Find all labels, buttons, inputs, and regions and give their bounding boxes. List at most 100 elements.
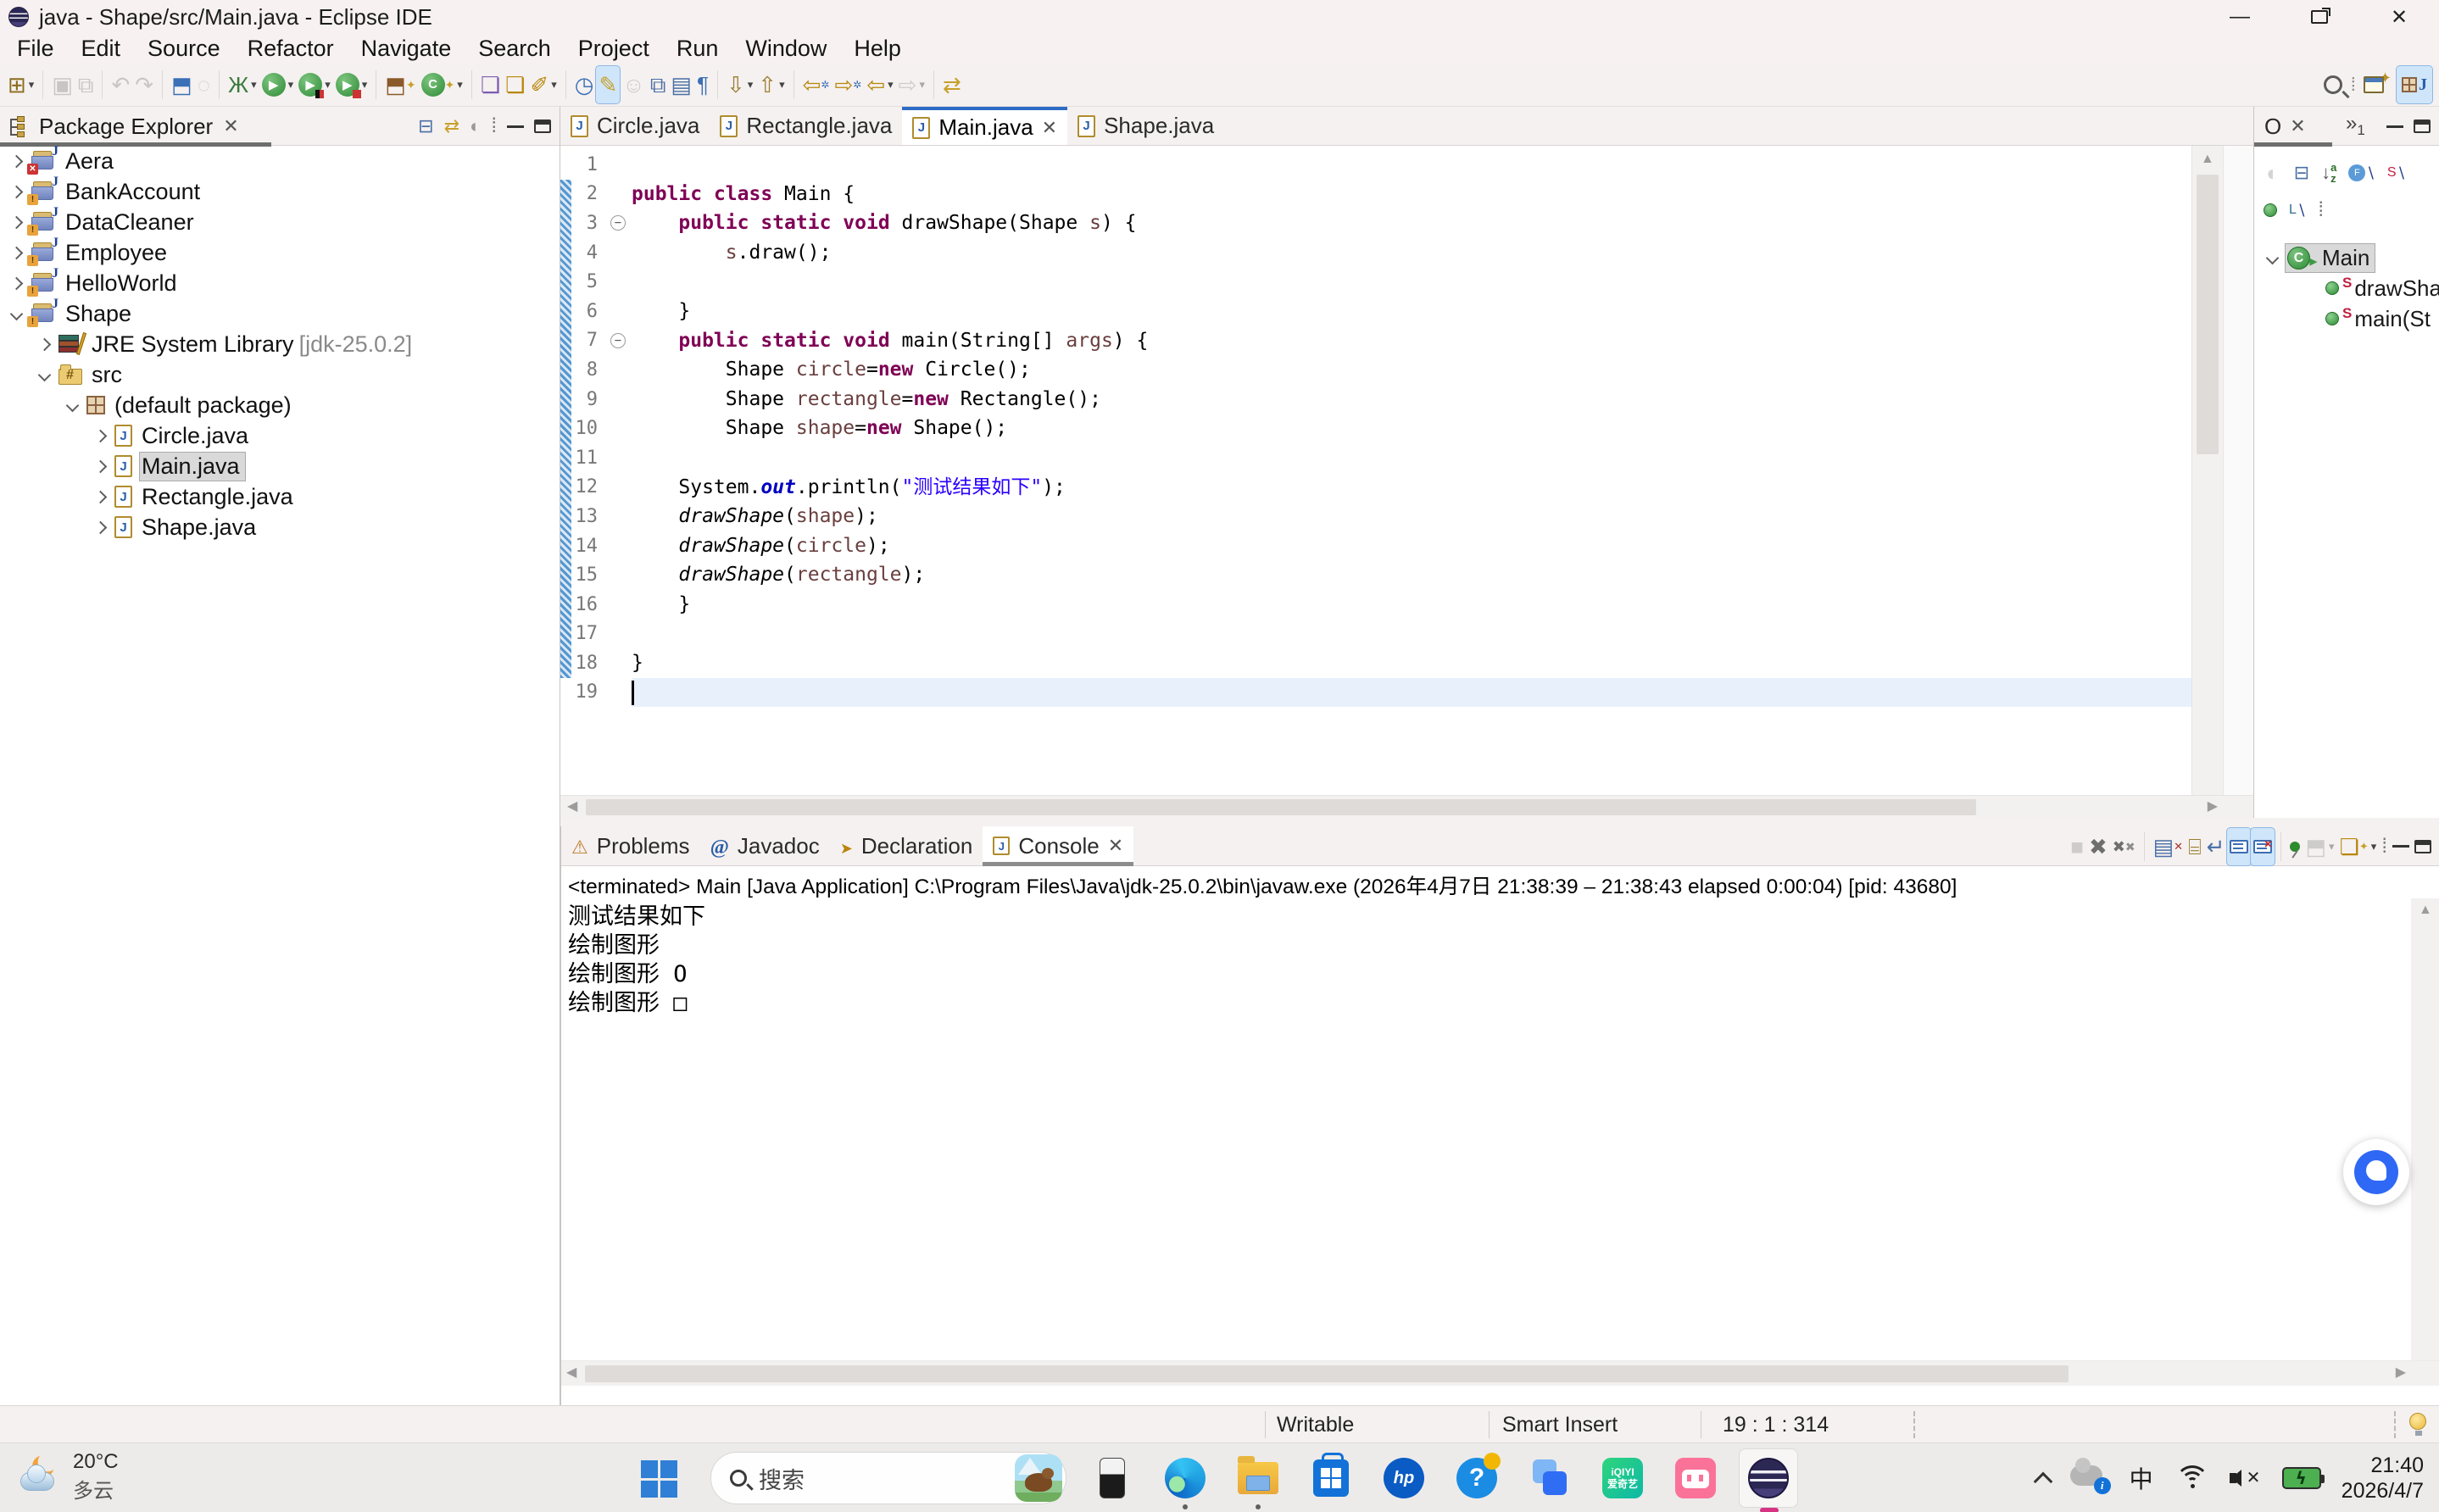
close-icon[interactable]: ✕ <box>1042 117 1057 139</box>
hidden-icons-chevron[interactable] <box>2033 1472 2052 1492</box>
code-line-8[interactable]: 8 Shape circle=new Circle(); <box>560 355 2191 385</box>
menu-navigate[interactable]: Navigate <box>348 36 465 62</box>
tree-item-shape[interactable]: J!Shape <box>0 298 560 329</box>
code-line-18[interactable]: 18} <box>560 648 2191 678</box>
tip-bulb-icon[interactable] <box>2409 1413 2426 1430</box>
dropdown-arrow-icon[interactable]: ▾ <box>29 78 35 92</box>
tab-package-explorer[interactable]: Package Explorer ✕ <box>0 107 248 146</box>
tree-item-main-java[interactable]: JMain.java <box>0 451 560 481</box>
mark-occurrences-button[interactable]: ✎ <box>596 66 620 103</box>
expand-chevron-icon[interactable] <box>94 459 108 473</box>
editor-horizontal-scrollbar[interactable]: ◀ ▶ <box>560 795 2253 818</box>
tree-item-aera[interactable]: J✕Aera <box>0 146 560 176</box>
dropdown-arrow-icon[interactable]: ▾ <box>919 78 925 92</box>
code-line-1[interactable]: 1 <box>560 150 2191 180</box>
taskbar-app-edge[interactable] <box>1162 1455 1208 1501</box>
new-wizard-button[interactable]: ⊞▾ <box>5 66 36 103</box>
ime-indicator[interactable]: 中 <box>2130 1461 2153 1495</box>
save-all-button[interactable]: ⧉ <box>75 66 97 103</box>
view-menu-icon[interactable]: ⁞ <box>2318 198 2324 222</box>
menu-help[interactable]: Help <box>840 36 915 62</box>
menu-run[interactable]: Run <box>663 36 732 62</box>
console-tab-problems[interactable]: ⚠Problems <box>561 826 700 865</box>
code-line-19[interactable]: 19 <box>560 678 2191 708</box>
close-icon[interactable]: ✕ <box>223 115 238 137</box>
battery-charging-icon[interactable]: ϟ <box>2282 1467 2321 1489</box>
code-line-3[interactable]: 3− public static void drawShape(Shape s)… <box>560 208 2191 238</box>
code-line-11[interactable]: 11 <box>560 443 2191 473</box>
menu-edit[interactable]: Edit <box>68 36 135 62</box>
menu-source[interactable]: Source <box>134 36 234 62</box>
fold-collapse-icon[interactable]: − <box>610 215 626 231</box>
new-java-project-button[interactable]: ⬒✦ <box>382 66 418 103</box>
console-tab-console[interactable]: JConsole✕ <box>983 826 1133 865</box>
open-console-button[interactable]: ❏✦▾ <box>2337 828 2380 865</box>
maximize-icon[interactable] <box>2414 120 2431 133</box>
show-whitespace-button[interactable]: ¶ <box>694 66 711 103</box>
expand-chevron-icon[interactable] <box>94 429 108 442</box>
console-vertical-scrollbar[interactable]: ▲ <box>2411 898 2439 1360</box>
code-line-16[interactable]: 16 } <box>560 590 2191 620</box>
tree-item-bankaccount[interactable]: J!BankAccount <box>0 176 560 207</box>
window-minimize-button[interactable]: — <box>2200 0 2280 34</box>
java-perspective-button[interactable]: J <box>2397 66 2432 103</box>
code-line-13[interactable]: 13 drawShape(shape); <box>560 502 2191 531</box>
fold-collapse-icon[interactable]: − <box>610 333 626 348</box>
code-line-9[interactable]: 9 Shape rectangle=new Rectangle(); <box>560 385 2191 414</box>
close-icon[interactable]: ✕ <box>1108 835 1123 857</box>
window-close-button[interactable]: ✕ <box>2359 0 2439 34</box>
next-editor-button[interactable]: ⧉ <box>648 66 669 103</box>
hide-local-types-icon[interactable]: L∖ <box>2289 198 2306 222</box>
next-annotation-button[interactable]: ⇩▾ <box>724 66 755 103</box>
editor-tab-shape-java[interactable]: JShape.java <box>1067 107 1224 145</box>
view-menu-icon[interactable]: ⁞ <box>491 114 497 138</box>
editor-tab-rectangle-java[interactable]: JRectangle.java <box>710 107 902 145</box>
code-line-7[interactable]: 7− public static void main(String[] args… <box>560 326 2191 356</box>
last-edit-location-button[interactable]: ⇦✲ <box>800 66 832 103</box>
terminate-button[interactable]: ■ <box>2068 828 2086 865</box>
console-tab-declaration[interactable]: ➤Declaration <box>830 826 983 865</box>
scroll-lock-button[interactable]: ⌸ <box>2186 828 2204 865</box>
editor-tab-circle-java[interactable]: JCircle.java <box>560 107 710 145</box>
onedrive-icon[interactable]: i <box>2070 1465 2108 1491</box>
show-stdout-change-button[interactable] <box>2227 828 2251 865</box>
debug-button[interactable]: Ж▾ <box>226 66 259 103</box>
dropdown-arrow-icon[interactable]: ▾ <box>748 78 754 92</box>
redo-button[interactable]: ↷ <box>132 66 156 103</box>
close-icon[interactable]: ✕ <box>2290 115 2305 137</box>
hide-static-icon[interactable]: S∖ <box>2387 154 2406 192</box>
menu-file[interactable]: File <box>3 36 68 62</box>
tree-item--default-package-[interactable]: (default package) <box>0 390 560 420</box>
tree-item-helloworld[interactable]: J!HelloWorld <box>0 268 560 298</box>
maximize-button[interactable] <box>2412 828 2434 865</box>
scroll-up-icon[interactable]: ▲ <box>2419 903 2432 917</box>
forward-button[interactable]: ⇨▾ <box>896 66 927 103</box>
remove-all-terminated-button[interactable]: ✖✖ <box>2110 828 2138 865</box>
search-annotation-button[interactable]: ◌ <box>195 66 213 103</box>
task-clock-button[interactable]: ◷ <box>572 66 597 103</box>
floating-assistant-button[interactable] <box>2343 1139 2409 1205</box>
dropdown-arrow-icon[interactable]: ▾ <box>2329 840 2335 853</box>
team-sync-button[interactable]: ☺ <box>620 66 648 103</box>
code-line-12[interactable]: 12 System.out.println("测试结果如下"); <box>560 473 2191 503</box>
code-editor[interactable]: 12public class Main {3− public static vo… <box>560 146 2191 795</box>
tree-item-circle-java[interactable]: JCircle.java <box>0 420 560 451</box>
taskbar-weather-widget[interactable]: 20°C 多云 <box>19 1450 119 1504</box>
external-tools-button[interactable]: ✐▾ <box>527 66 559 103</box>
console-output[interactable]: 测试结果如下绘制图形绘制图形 O绘制图形 □ <box>568 903 705 1018</box>
scroll-up-icon[interactable]: ▲ <box>2201 153 2214 166</box>
pin-console-button[interactable] <box>2287 828 2303 865</box>
focus-icon[interactable]: ◐ <box>2264 154 2282 192</box>
code-line-6[interactable]: 6 } <box>560 297 2191 326</box>
dropdown-arrow-icon[interactable]: ▾ <box>362 78 368 92</box>
show-stderr-change-button[interactable] <box>2251 828 2275 865</box>
scroll-left-icon[interactable]: ◀ <box>567 800 577 814</box>
link-with-editor-icon[interactable]: ⇄ <box>444 115 459 137</box>
expand-chevron-icon[interactable] <box>10 215 24 229</box>
open-remote-system-button[interactable]: ⬒ <box>169 66 195 103</box>
dropdown-arrow-icon[interactable]: ▾ <box>288 78 294 92</box>
start-button[interactable] <box>641 1460 678 1498</box>
expand-chevron-icon[interactable] <box>2266 251 2280 264</box>
clear-console-button[interactable]: ▤✕ <box>2151 828 2186 865</box>
toolbar-overflow-dots[interactable]: ⁞ <box>2348 66 2358 103</box>
